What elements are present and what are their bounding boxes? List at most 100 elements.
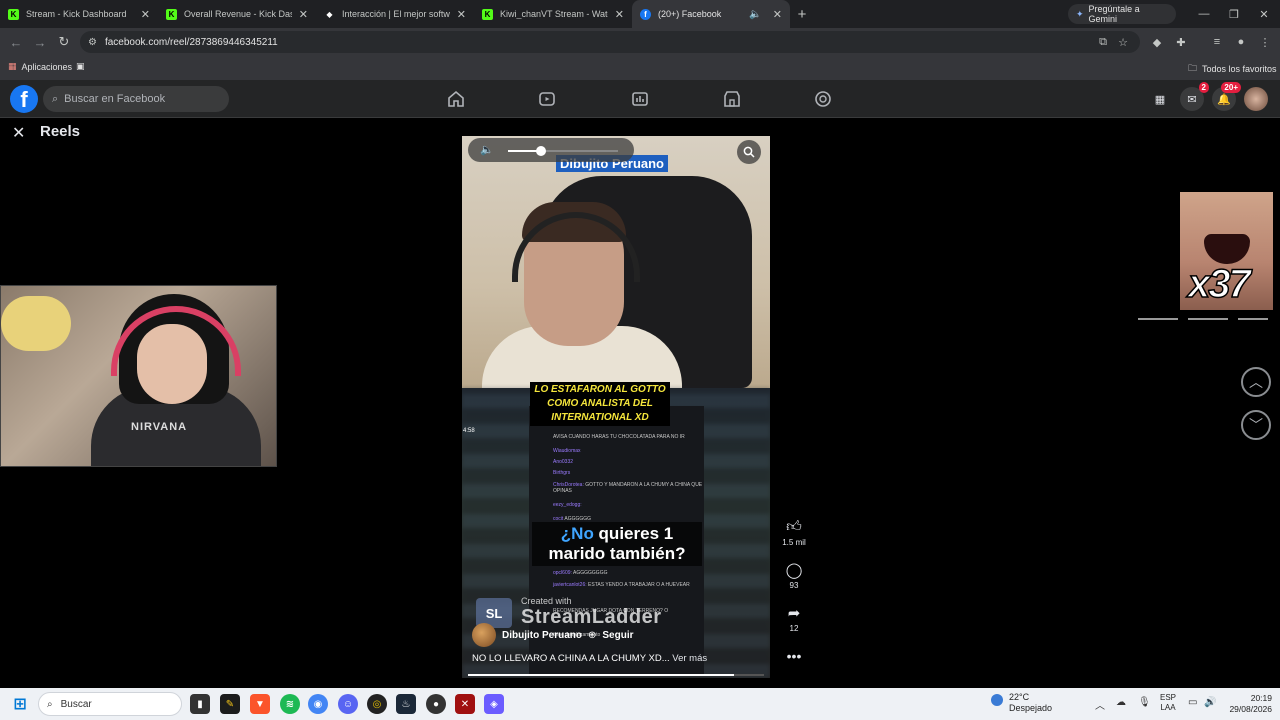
reels-title: Reels [40, 123, 81, 140]
weather-widget[interactable]: 22°C Despejado [991, 692, 1053, 714]
chat-message: AVISA CUANDO HARAS TU CHOCOLATADA PARA N… [553, 434, 685, 440]
diamond-icon: ◆ [326, 9, 333, 19]
spotify-icon[interactable]: ≋ [280, 694, 300, 714]
search-icon: ⌕ [52, 92, 59, 105]
browser-tab[interactable]: ◆ Interacción | El mejor software ✕ [316, 0, 474, 28]
volume-slider[interactable] [508, 146, 618, 156]
obs-icon[interactable]: ● [426, 694, 446, 714]
tab-title: Overall Revenue - Kick Dashbo [184, 9, 292, 19]
reading-list-icon[interactable]: ≡ [1208, 33, 1226, 51]
apps-bookmark[interactable]: ▦ Aplicaciones [8, 61, 72, 72]
browser-tab[interactable]: K Overall Revenue - Kick Dashbo ✕ [158, 0, 316, 28]
close-tab-icon[interactable]: ✕ [773, 8, 782, 21]
close-tab-icon[interactable]: ✕ [141, 8, 150, 21]
app-icon[interactable]: ✎ [220, 694, 240, 714]
windows-start-icon[interactable]: ⊞ [10, 694, 30, 714]
reel-video[interactable]: Dibujito Peruano 🔈 4:58 AVISA CUANDO HAR… [462, 136, 770, 678]
bookmark-star-icon[interactable]: ☆ [1114, 33, 1132, 51]
marketplace-icon[interactable] [630, 89, 650, 109]
video-question-caption: ¿No quieres 1 marido también? [532, 522, 702, 566]
share-count: 12 [789, 624, 799, 633]
author-avatar[interactable] [472, 623, 496, 647]
speaker-icon[interactable]: 🔈 [480, 143, 494, 156]
browser-tab-active[interactable]: f (20+) Facebook 🔈 ✕ [632, 0, 790, 28]
chrome-menu-icon[interactable]: ⋮ [1256, 33, 1274, 51]
dota-icon[interactable]: ✕ [455, 694, 475, 714]
facebook-logo[interactable]: f [10, 85, 38, 113]
weather-desc: Despejado [1009, 703, 1053, 713]
weather-temp: 22°C [1009, 692, 1030, 702]
facebook-search-input[interactable]: ⌕ Buscar en Facebook [43, 86, 229, 112]
lang-bottom: LAA [1160, 703, 1176, 712]
see-more-link[interactable]: Ver más [672, 653, 707, 664]
discord-icon[interactable]: ☺ [338, 694, 358, 714]
minimize-icon[interactable]: — [1188, 0, 1220, 28]
video-headline: LO ESTAFARON AL GOTTO COMO ANALISTA DEL … [530, 382, 670, 426]
volume-control[interactable]: 🔈 [468, 138, 634, 162]
close-window-icon[interactable]: ✕ [1248, 0, 1280, 28]
forward-arrow-icon[interactable]: → [28, 30, 52, 54]
home-icon[interactable] [446, 89, 466, 109]
gemini-label: Pregúntale a Gemini [1088, 4, 1140, 24]
extensions-puzzle-icon[interactable]: ✚ [1172, 33, 1190, 51]
chevron-up-icon[interactable]: ︿ [1241, 367, 1271, 397]
store-icon[interactable] [722, 89, 742, 109]
video-search-icon[interactable] [737, 140, 761, 164]
app-icon[interactable]: ◈ [484, 694, 504, 714]
all-favorites[interactable]: 🗀 Todos los favoritos [1188, 61, 1277, 77]
new-tab-button[interactable]: + [790, 0, 814, 28]
taskbar-search[interactable]: ⌕ Buscar [38, 692, 182, 716]
follow-button[interactable]: Seguir [602, 630, 633, 641]
browser-tab[interactable]: K Stream - Kick Dashboard ✕ [0, 0, 158, 28]
close-tab-icon[interactable]: ✕ [457, 8, 466, 21]
volume-knob[interactable] [536, 146, 546, 156]
close-tab-icon[interactable]: ✕ [299, 8, 308, 21]
share-button[interactable]: ➦ 12 [779, 604, 809, 633]
author-name[interactable]: Dibujito Peruano [502, 630, 582, 641]
reels-video-icon[interactable] [537, 89, 557, 109]
like-button[interactable]: 👍︎ 1.5 mil [779, 518, 809, 547]
volume-icon[interactable]: 🔊 [1204, 697, 1216, 708]
restore-icon[interactable]: ❐ [1218, 0, 1250, 28]
install-app-icon[interactable]: ⧉ [1094, 33, 1112, 51]
speaker-icon[interactable]: 🔈 [749, 9, 761, 20]
browser-tab[interactable]: K Kiwi_chanVT Stream - Watch Li ✕ [474, 0, 632, 28]
cloud-icon[interactable]: ☁ [1116, 697, 1126, 708]
tray-chevron-icon[interactable]: ︿ [1095, 697, 1105, 712]
task-view-icon[interactable]: ▮ [190, 694, 210, 714]
gaming-icon[interactable] [813, 89, 833, 109]
chevron-down-icon[interactable]: ﹀ [1241, 410, 1271, 440]
chat-line: eezy_edogg: [553, 502, 703, 508]
microphone-icon[interactable]: 🎙 [1138, 697, 1151, 708]
profile-avatar[interactable] [1244, 87, 1268, 111]
language-indicator[interactable]: ESP LAA [1160, 693, 1176, 713]
close-tab-icon[interactable]: ✕ [615, 8, 624, 21]
back-arrow-icon[interactable]: ← [4, 30, 28, 54]
close-reels-icon[interactable]: ✕ [12, 123, 25, 143]
caption-text: NO LO LLEVARO A CHINA A LA CHUMY XD... [472, 653, 670, 664]
steam-icon[interactable]: ♨ [396, 694, 416, 714]
meme-face [1204, 234, 1250, 264]
chat-line: Ano0332 [553, 459, 703, 465]
clock-date: 29/08/2026 [1229, 704, 1272, 714]
address-bar[interactable]: ⚙ facebook.com/reel/2873869446345211 [80, 31, 1140, 53]
tab-title: (20+) Facebook [658, 9, 722, 19]
network-icon[interactable]: ▭ [1188, 697, 1197, 708]
gemini-button[interactable]: ✦ Pregúntale a Gemini [1068, 4, 1176, 24]
chat-line: opcl609: AGGGGGGGG [553, 570, 703, 576]
messenger-icon[interactable]: ✉ 2 [1180, 82, 1209, 111]
video-progress-bar[interactable] [468, 674, 764, 676]
tab-groups-icon[interactable]: ▣ [76, 61, 85, 72]
profile-avatar-icon[interactable]: ● [1232, 33, 1250, 51]
chrome-icon[interactable]: ◉ [308, 694, 328, 714]
site-info-icon[interactable]: ⚙ [88, 37, 97, 48]
extension-diamond-icon[interactable]: ◆ [1148, 33, 1166, 51]
brave-icon[interactable]: ▼ [250, 694, 270, 714]
reload-icon[interactable]: ↻ [52, 30, 76, 54]
more-options-icon[interactable]: ••• [779, 648, 809, 664]
notifications-bell-icon[interactable]: 🔔 20+ [1212, 82, 1241, 111]
app-icon[interactable]: ◎ [367, 694, 387, 714]
system-clock[interactable]: 20:19 29/08/2026 [1222, 693, 1272, 715]
menu-grid-icon[interactable]: ▦ [1148, 87, 1172, 111]
comment-button[interactable]: ◯ 93 [779, 561, 809, 590]
